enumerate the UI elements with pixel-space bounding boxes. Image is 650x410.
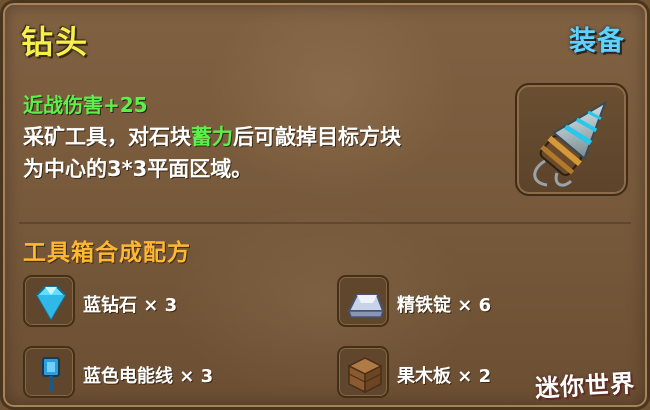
ingredient-name: 蓝钻石 × 3 [83, 295, 178, 316]
ingredient-slot [23, 346, 75, 398]
description-line-2: 为中心的3*3平面区域。 [23, 157, 253, 181]
recipe-title: 工具箱合成配方 [23, 240, 191, 266]
section-divider [19, 222, 631, 224]
melee-damage-stat: 近战伤害+25 [23, 93, 148, 117]
description-text: 采矿工具，对石块 [23, 125, 191, 149]
item-tooltip-panel: 钻头 装备 近战伤害+25 采矿工具，对石块蓄力后可敲掉目标方块 为中心的3*3… [0, 0, 650, 410]
ingredient-slot [23, 275, 75, 327]
item-description: 采矿工具，对石块蓄力后可敲掉目标方块 为中心的3*3平面区域。 [23, 121, 503, 185]
description-line-1: 采矿工具，对石块蓄力后可敲掉目标方块 [23, 121, 503, 153]
ingredient-name: 果木板 × 2 [397, 366, 492, 387]
blue-diamond-icon [35, 286, 67, 321]
item-preview-box [515, 83, 628, 196]
description-text-end: 后可敲掉目标方块 [233, 125, 401, 149]
blue-wire-icon [42, 357, 60, 392]
drill-icon [533, 100, 608, 187]
wood-plank-icon [347, 357, 383, 394]
equip-button[interactable]: 装备 [569, 19, 625, 58]
ingredient-slot [337, 275, 389, 327]
iron-ingot-icon [347, 294, 385, 318]
ingredient-slot [337, 346, 389, 398]
game-logo: 迷你世界 [534, 369, 636, 403]
description-highlight: 蓄力 [191, 125, 233, 149]
ingredient-name: 精铁锭 × 6 [397, 295, 492, 316]
ingredient-name: 蓝色电能线 × 3 [83, 366, 214, 387]
item-name: 钻头 [21, 23, 90, 61]
